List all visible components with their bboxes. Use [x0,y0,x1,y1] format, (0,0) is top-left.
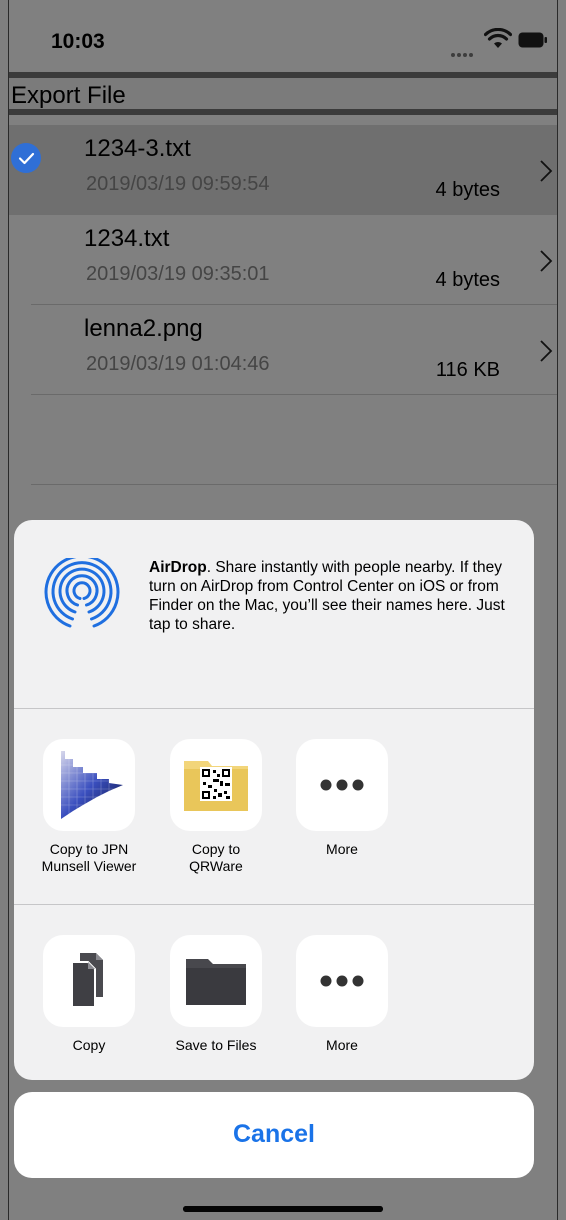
airdrop-title: AirDrop [149,559,207,576]
action-copy[interactable]: Copy [39,935,139,1054]
row-separator [31,484,557,485]
file-size: 4 bytes [435,179,500,201]
file-name: 1234-3.txt [84,135,191,162]
airdrop-description: AirDrop. Share instantly with people nea… [149,558,524,634]
status-time: 10:03 [51,30,105,53]
share-sheet: AirDrop. Share instantly with people nea… [14,520,534,1080]
divider [14,904,534,905]
file-name: 1234.txt [84,225,170,252]
divider [14,708,534,709]
chevron-right-icon [540,340,553,362]
page-title: Export File [11,82,126,109]
file-row[interactable]: lenna2.png 2019/03/19 01:04:46 116 KB [9,305,557,395]
file-date: 2019/03/19 09:59:54 [86,173,270,195]
action-label: More [326,1037,358,1053]
action-save-to-files[interactable]: Save to Files [166,935,266,1054]
header-divider-bottom [9,109,557,115]
file-name: lenna2.png [84,315,203,342]
file-row[interactable]: 1234-3.txt 2019/03/19 09:59:54 4 bytes [9,125,557,215]
copy-icon [43,935,135,1027]
more-icon [296,935,388,1027]
app-label-text: Copy to JPN Munsell Viewer [41,841,137,874]
status-bar: 10:03 [9,0,557,72]
app-label: More [326,841,358,857]
file-date: 2019/03/19 01:04:46 [86,353,270,375]
airdrop-panel: AirDrop. Share instantly with people nea… [14,520,534,708]
action-label: Copy [72,1037,106,1053]
row-separator [31,394,557,395]
file-row[interactable]: 1234.txt 2019/03/19 09:35:01 4 bytes [9,215,557,305]
cancel-button[interactable]: Cancel [14,1092,534,1178]
app-qrware[interactable]: Copy to QRWare [166,739,266,875]
action-label: Save to Files [175,1037,257,1053]
app-munsell-viewer[interactable]: Copy to JPN Munsell Viewer [39,739,139,875]
qrware-icon [170,739,262,831]
folder-icon [170,935,262,1027]
action-more-button[interactable]: More [292,935,392,1054]
chevron-right-icon [540,160,553,182]
wifi-icon [484,28,512,48]
cancel-label: Cancel [233,1120,315,1148]
chevron-right-icon [540,250,553,272]
app-label-text: Copy to QRWare [189,841,243,874]
home-indicator-bar[interactable] [183,1206,383,1212]
file-size: 4 bytes [435,269,500,291]
munsell-viewer-icon [43,739,135,831]
file-size: 116 KB [435,359,500,381]
file-date: 2019/03/19 09:35:01 [86,263,270,285]
airdrop-icon [44,558,120,628]
header: Export File [9,78,557,109]
more-icon [296,739,388,831]
app-label: Copy to QRWare [166,841,266,875]
cellular-signal-icon [451,44,481,57]
app-more-button[interactable]: More [292,739,392,858]
battery-icon [518,32,547,48]
app-label: Copy to JPN Munsell Viewer [39,841,139,875]
checkmark-icon [11,143,41,173]
